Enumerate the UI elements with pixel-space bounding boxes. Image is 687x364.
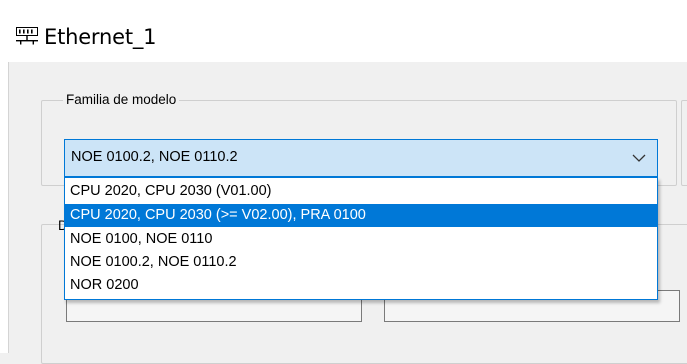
network-ports-icon <box>16 27 38 45</box>
dropdown-option[interactable]: NOE 0100, NOE 0110 <box>65 228 657 251</box>
dropdown-option[interactable]: NOR 0200 <box>65 274 657 297</box>
right-group-edge <box>681 100 687 186</box>
chevron-down-icon[interactable] <box>631 150 647 166</box>
model-family-combobox[interactable]: NOE 0100.2, NOE 0110.2 <box>64 139 658 177</box>
title-bar[interactable]: Ethernet_1 <box>0 0 687 62</box>
dropdown-option[interactable]: NOE 0100.2, NOE 0110.2 <box>65 251 657 274</box>
dropdown-option-highlighted[interactable]: CPU 2020, CPU 2030 (>= V02.00), PRA 0100 <box>65 204 657 227</box>
window-left-border <box>0 62 9 353</box>
model-family-dropdown-list[interactable]: CPU 2020, CPU 2030 (V01.00) CPU 2020, CP… <box>64 177 658 300</box>
dialog-window: Ethernet_1 Familia de modelo D NOE 0100.… <box>0 0 687 364</box>
window-title: Ethernet_1 <box>44 25 157 49</box>
dropdown-option[interactable]: CPU 2020, CPU 2030 (V01.00) <box>65 180 657 203</box>
model-family-group-label: Familia de modelo <box>63 92 180 107</box>
combobox-selected-value: NOE 0100.2, NOE 0110.2 <box>71 149 238 165</box>
